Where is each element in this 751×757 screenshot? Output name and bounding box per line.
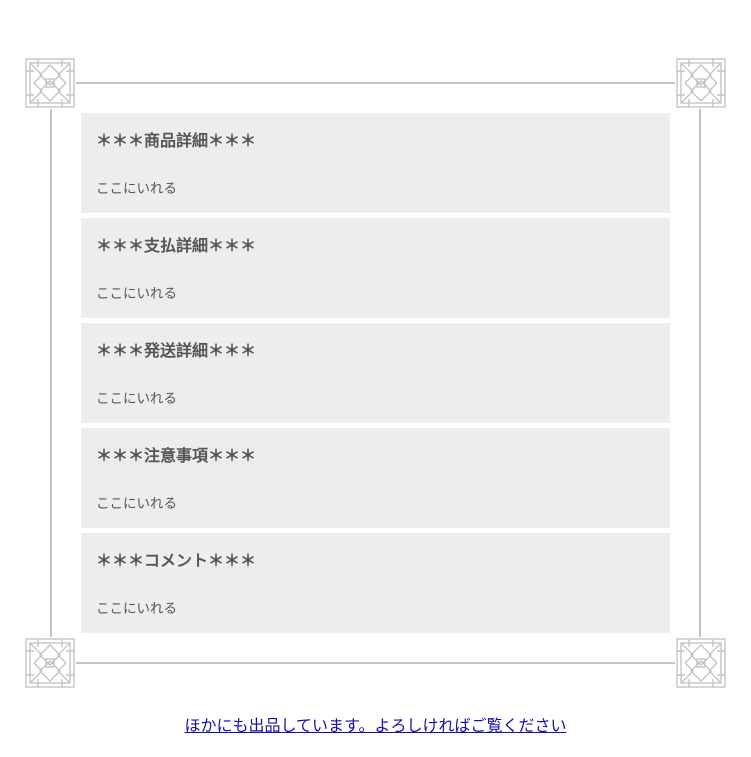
ornament-corner-icon bbox=[24, 57, 76, 109]
section-title: ＊＊＊発送詳細＊＊＊ bbox=[96, 341, 257, 360]
frame-left-border bbox=[50, 82, 52, 664]
section-body: ここにいれる bbox=[96, 286, 177, 302]
section-title: ＊＊＊注意事項＊＊＊ bbox=[96, 446, 257, 465]
section-title: ＊＊＊支払詳細＊＊＊ bbox=[96, 236, 257, 255]
section-body: ここにいれる bbox=[96, 181, 177, 197]
section-body: ここにいれる bbox=[96, 496, 177, 512]
section-shipping-details: ＊＊＊発送詳細＊＊＊ ここにいれる bbox=[81, 323, 670, 423]
section-body: ここにいれる bbox=[96, 391, 177, 407]
frame-bottom-border bbox=[50, 662, 701, 664]
other-listings-link[interactable]: ほかにも出品しています。よろしければご覧ください bbox=[0, 712, 751, 736]
section-body: ここにいれる bbox=[96, 601, 177, 617]
section-title: ＊＊＊商品詳細＊＊＊ bbox=[96, 131, 257, 150]
ornament-corner-icon bbox=[24, 637, 76, 689]
section-comment: ＊＊＊コメント＊＊＊ ここにいれる bbox=[81, 533, 670, 633]
section-notes: ＊＊＊注意事項＊＊＊ ここにいれる bbox=[81, 428, 670, 528]
frame-top-border bbox=[50, 82, 701, 84]
listing-template: ＊＊＊商品詳細＊＊＊ ここにいれる ＊＊＊支払詳細＊＊＊ ここにいれる ＊＊＊発… bbox=[0, 0, 751, 757]
section-title: ＊＊＊コメント＊＊＊ bbox=[96, 551, 257, 570]
section-product-details: ＊＊＊商品詳細＊＊＊ ここにいれる bbox=[81, 113, 670, 213]
frame-right-border bbox=[699, 82, 701, 664]
ornament-corner-icon bbox=[675, 57, 727, 109]
ornament-corner-icon bbox=[675, 637, 727, 689]
section-payment-details: ＊＊＊支払詳細＊＊＊ ここにいれる bbox=[81, 218, 670, 318]
